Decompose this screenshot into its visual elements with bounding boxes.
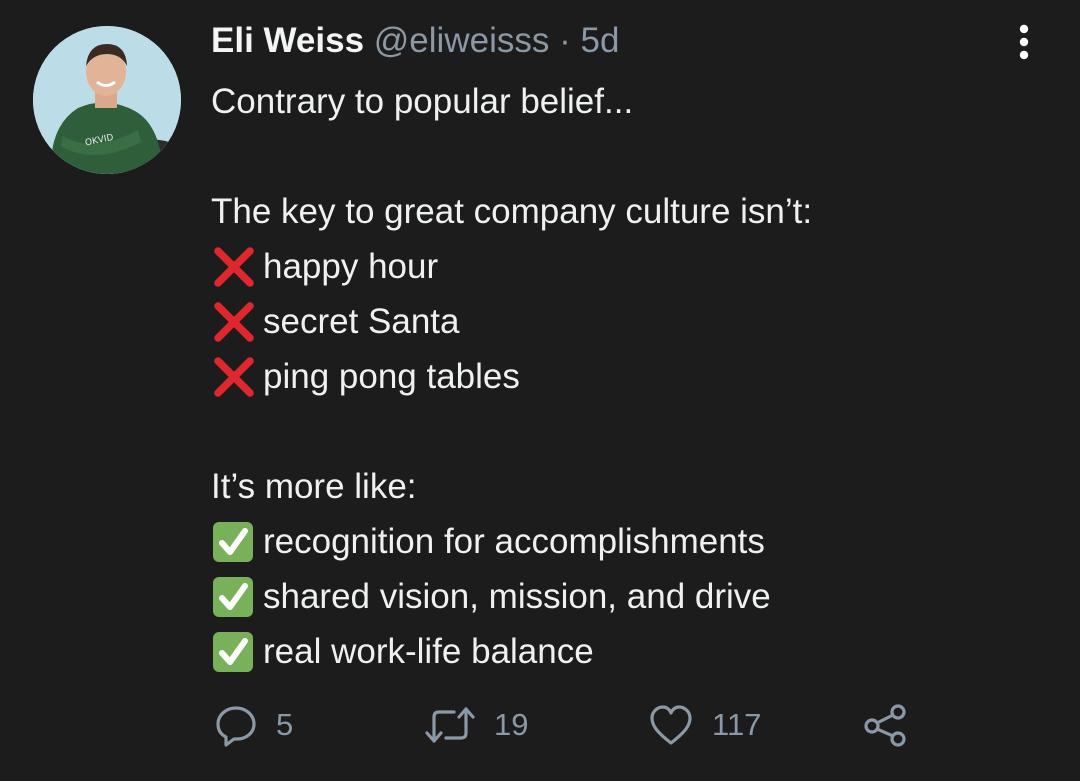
yes-item: real work-life balance	[211, 624, 812, 679]
not-item-label: secret Santa	[263, 302, 460, 341]
like-count: 117	[712, 707, 762, 742]
cross-mark-icon	[211, 301, 257, 343]
yes-item-label: shared vision, mission, and drive	[263, 577, 771, 616]
action-bar: 5 19 117	[0, 700, 1080, 750]
tweet-card[interactable]: OKVID Eli Weiss @eliweisss · 5d Contrary…	[0, 0, 1080, 781]
tweet-text: Contrary to popular belief... The key to…	[211, 74, 812, 679]
not-item-label: ping pong tables	[263, 357, 520, 396]
retweet-icon	[424, 703, 476, 747]
avatar[interactable]: OKVID	[33, 26, 181, 174]
heart-icon	[648, 703, 694, 747]
tweet-header: Eli Weiss @eliweisss · 5d	[211, 20, 619, 62]
not-item: happy hour	[211, 239, 812, 294]
not-item: ping pong tables	[211, 349, 812, 404]
yes-item: shared vision, mission, and drive	[211, 569, 812, 624]
like-button[interactable]: 117	[648, 700, 761, 750]
share-button[interactable]	[862, 700, 910, 750]
cross-mark-icon	[211, 356, 257, 398]
yes-item-label: recognition for accomplishments	[263, 522, 765, 561]
yes-item: recognition for accomplishments	[211, 514, 812, 569]
check-mark-icon	[211, 631, 257, 673]
retweet-count: 19	[494, 707, 529, 742]
cross-mark-icon	[211, 246, 257, 288]
check-mark-icon	[211, 521, 257, 563]
separator-dot: ·	[559, 21, 571, 60]
author-name[interactable]: Eli Weiss	[211, 21, 364, 60]
author-handle[interactable]: @eliweisss	[374, 21, 550, 60]
tweet-intro: Contrary to popular belief...	[211, 82, 634, 121]
reply-icon	[214, 703, 258, 747]
timestamp[interactable]: 5d	[580, 21, 619, 60]
yes-item-label: real work-life balance	[263, 632, 594, 671]
reply-button[interactable]: 5	[214, 700, 293, 750]
yes-heading: It’s more like:	[211, 467, 417, 506]
not-item-label: happy hour	[263, 247, 439, 286]
not-heading: The key to great company culture isn’t:	[211, 192, 813, 231]
more-vertical-icon[interactable]	[1012, 22, 1036, 62]
not-item: secret Santa	[211, 294, 812, 349]
retweet-button[interactable]: 19	[424, 700, 528, 750]
reply-count: 5	[276, 707, 294, 742]
share-icon	[862, 703, 910, 747]
check-mark-icon	[211, 576, 257, 618]
